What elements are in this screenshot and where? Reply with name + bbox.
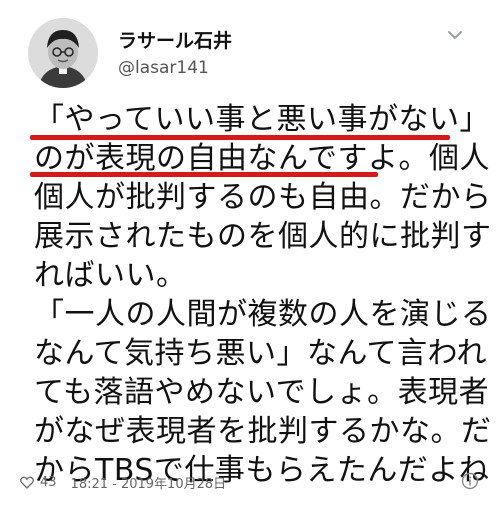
tweet-footer: 43 18:21 - 2019年10月28日 [20, 473, 226, 492]
tweet-line: 展示されたものを個人的に批判す [34, 219, 492, 254]
tweet-text: 「やっていい事と悪い事がない」 のが表現の自由なんですよ。個人 個人が批判するの… [34, 100, 492, 490]
highlight-underline [30, 172, 378, 177]
tweet-line: 「やっていい事と悪い事がない」 [34, 102, 490, 137]
tweet-line: がなぜ表現者を批判するかな。だ [34, 414, 492, 449]
tweet-line: ても落語やめないでしょ。表現者 [34, 375, 490, 410]
info-icon[interactable] [461, 472, 479, 490]
highlight-underline [30, 135, 450, 140]
tweet-line: 「一人の人間が複数の人を演じる [34, 297, 492, 332]
timestamp[interactable]: 18:21 - 2019年10月28日 [71, 473, 227, 492]
avatar-photo [28, 18, 98, 88]
tweet-line: 個人が批判するのも自由。だから [34, 180, 492, 215]
tweet-line: ればいい。 [34, 258, 187, 293]
heart-icon[interactable] [20, 476, 34, 489]
tweet-line: なんて気持ち悪い」なんて言われ [34, 336, 487, 371]
avatar[interactable] [28, 18, 98, 88]
like-count: 43 [40, 475, 57, 490]
tweet-card: ラサール石井 @lasar141 「やっていい事と悪い事がない」 のが表現の自由… [0, 0, 499, 510]
chevron-down-icon[interactable] [444, 26, 466, 44]
user-handle[interactable]: @lasar141 [118, 58, 209, 78]
display-name[interactable]: ラサール石井 [118, 26, 232, 53]
